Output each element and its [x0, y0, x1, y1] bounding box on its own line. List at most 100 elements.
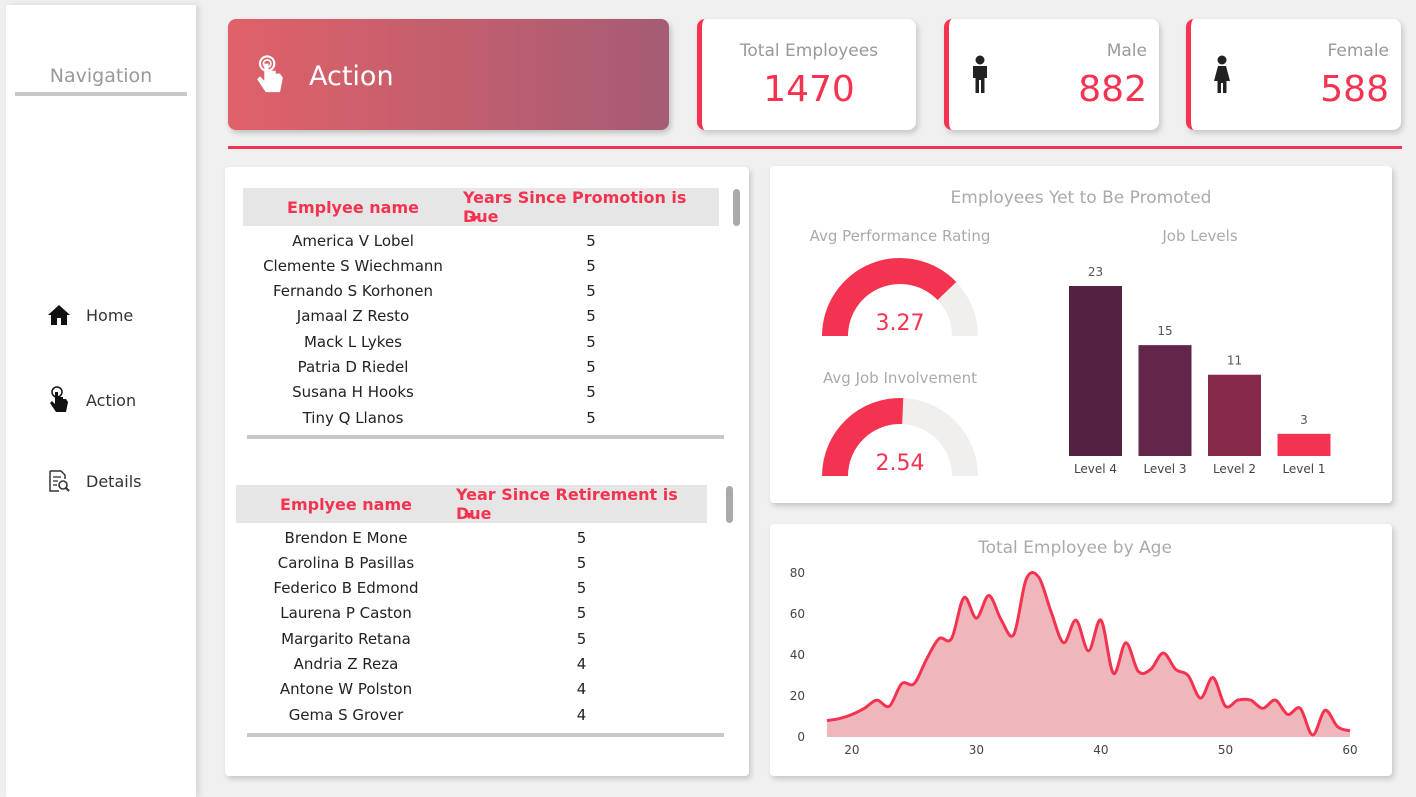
gauge-value: 3.27	[876, 311, 925, 336]
table-row[interactable]: Susana H Hooks 5	[243, 380, 719, 405]
column-header-label: Years Since Promotion is Due	[463, 188, 687, 226]
table-row[interactable]: Mack L Lykes 5	[243, 329, 719, 354]
cell-employee-name: Clemente S Wiechmann	[263, 256, 443, 275]
table-row[interactable]: Tiny Q Llanos 5	[243, 405, 719, 430]
cell-employee-name: Margarito Retana	[281, 629, 411, 648]
nav-item-label: Home	[86, 305, 134, 325]
cell-years: 5	[586, 307, 596, 326]
sort-desc-icon	[469, 216, 479, 222]
cell-years: 5	[586, 231, 596, 250]
kpi-male: Male 882	[944, 19, 1159, 130]
bar	[1277, 433, 1331, 456]
cell-employee-name: Tiny Q Llanos	[302, 408, 404, 427]
kpi-value: 882	[1078, 69, 1147, 110]
category-label: Level 4	[1074, 462, 1117, 476]
x-tick-label: 20	[844, 743, 859, 757]
data-label: 15	[1157, 324, 1172, 338]
pointer-hand-icon	[46, 386, 72, 413]
home-icon	[46, 302, 72, 328]
cell-years: 5	[576, 553, 587, 572]
table-row[interactable]: America V Lobel 5	[243, 228, 719, 253]
bar	[1208, 374, 1261, 456]
x-tick-label: 50	[1218, 743, 1233, 757]
cell-years: 5	[586, 332, 596, 351]
gauge-title: Avg Job Involvement	[823, 369, 977, 387]
sidebar: Navigation Home Action Details	[6, 5, 196, 797]
cell-employee-name: Antone W Polston	[279, 680, 413, 699]
nav-item-home[interactable]: Home	[46, 302, 133, 328]
kpi-value: 1470	[763, 69, 855, 110]
table-header: Emplyee name Year Since Retirement is Du…	[236, 485, 707, 523]
cell-years: 5	[586, 408, 596, 427]
cell-employee-name: Mack L Lykes	[303, 332, 402, 351]
column-header-name[interactable]: Emplyee name	[243, 188, 463, 226]
table-row[interactable]: Margarito Retana 5	[236, 626, 707, 651]
y-tick-label: 60	[790, 607, 805, 621]
table-row[interactable]: Antone W Polston 4	[236, 677, 707, 702]
table-row[interactable]: Clemente S Wiechmann 5	[243, 253, 719, 278]
gauge-value: 2.54	[876, 451, 925, 476]
table-row[interactable]: Laurena P Caston 5	[236, 601, 707, 626]
y-tick-label: 0	[797, 730, 805, 744]
pointer-hand-icon	[252, 55, 288, 95]
x-tick-label: 60	[1342, 743, 1357, 757]
table-row[interactable]: Carolina B Pasillas 5	[236, 550, 707, 575]
category-label: Level 2	[1213, 462, 1256, 476]
cell-years: 5	[576, 604, 587, 623]
age-area-chart: 0 20 40 60 80 20 30 40 50 60	[790, 566, 1358, 757]
column-header-label: Year Since Retirement is Due	[456, 485, 678, 523]
kpi-label: Male	[1106, 41, 1147, 61]
age-panel: Total Employee by Age 0 20 40 60 80 20 30 40 50 6…	[770, 524, 1392, 776]
nav-item-details[interactable]: Details	[46, 468, 141, 494]
x-tick-label: 40	[1093, 743, 1108, 757]
cell-years: 4	[576, 680, 587, 699]
promotion-table-scrollbar[interactable]	[733, 189, 740, 226]
cell-years: 5	[576, 579, 587, 598]
table-row[interactable]: Federico B Edmond 5	[236, 576, 707, 601]
document-search-icon	[46, 468, 72, 494]
cell-years: 5	[586, 282, 596, 301]
panel-title: Employees Yet to Be Promoted	[950, 188, 1212, 208]
male-icon	[969, 55, 991, 95]
cell-employee-name: Carolina B Pasillas	[277, 553, 415, 572]
column-header-value[interactable]: Years Since Promotion is Due	[463, 188, 719, 226]
table-row[interactable]: Gema S Grover 4	[236, 702, 707, 727]
nav-item-label: Action	[86, 390, 137, 410]
y-tick-label: 40	[790, 648, 805, 662]
y-tick-label: 80	[790, 566, 805, 580]
nav-item-action[interactable]: Action	[46, 386, 137, 413]
cell-employee-name: America V Lobel	[292, 231, 414, 250]
cell-years: 4	[576, 705, 587, 724]
data-label: 23	[1088, 265, 1103, 279]
page-title: Action	[309, 61, 394, 92]
category-label: Level 3	[1143, 462, 1186, 476]
page-banner: Action	[228, 19, 669, 130]
table-footer-rule	[247, 435, 724, 439]
bar	[1069, 286, 1122, 456]
column-header-name[interactable]: Emplyee name	[236, 485, 456, 523]
table-row[interactable]: Jamaal Z Resto 5	[243, 304, 719, 329]
cell-years: 5	[576, 528, 587, 547]
tables-panel: Emplyee name Years Since Promotion is Du…	[225, 167, 749, 776]
cell-employee-name: Susana H Hooks	[292, 383, 414, 402]
cell-years: 4	[576, 655, 587, 673]
sort-desc-icon	[464, 513, 474, 519]
nav-title: Navigation	[49, 65, 153, 87]
table-row[interactable]: Fernando S Korhonen 5	[243, 279, 719, 304]
cell-employee-name: Gema S Grover	[288, 705, 404, 724]
cell-employee-name: Fernando S Korhonen	[273, 282, 433, 301]
retirement-table-scrollbar[interactable]	[726, 486, 733, 523]
header-divider	[228, 146, 1402, 149]
table-footer-rule	[247, 733, 724, 737]
table-row[interactable]: Brendon E Mone 5	[236, 525, 707, 550]
table-row[interactable]: Patria D Riedel 5	[243, 355, 719, 380]
promotion-panel: Employees Yet to Be Promoted Avg Perform…	[770, 166, 1392, 503]
performance-gauge: 3.27	[822, 258, 978, 336]
category-label: Level 1	[1282, 462, 1325, 476]
cell-years: 5	[586, 383, 596, 402]
kpi-value: 588	[1320, 69, 1389, 110]
cell-years: 5	[586, 256, 596, 275]
table-row[interactable]: Andria Z Reza 4	[236, 652, 707, 677]
table-header: Emplyee name Years Since Promotion is Du…	[243, 188, 719, 226]
column-header-value[interactable]: Year Since Retirement is Due	[456, 485, 707, 523]
